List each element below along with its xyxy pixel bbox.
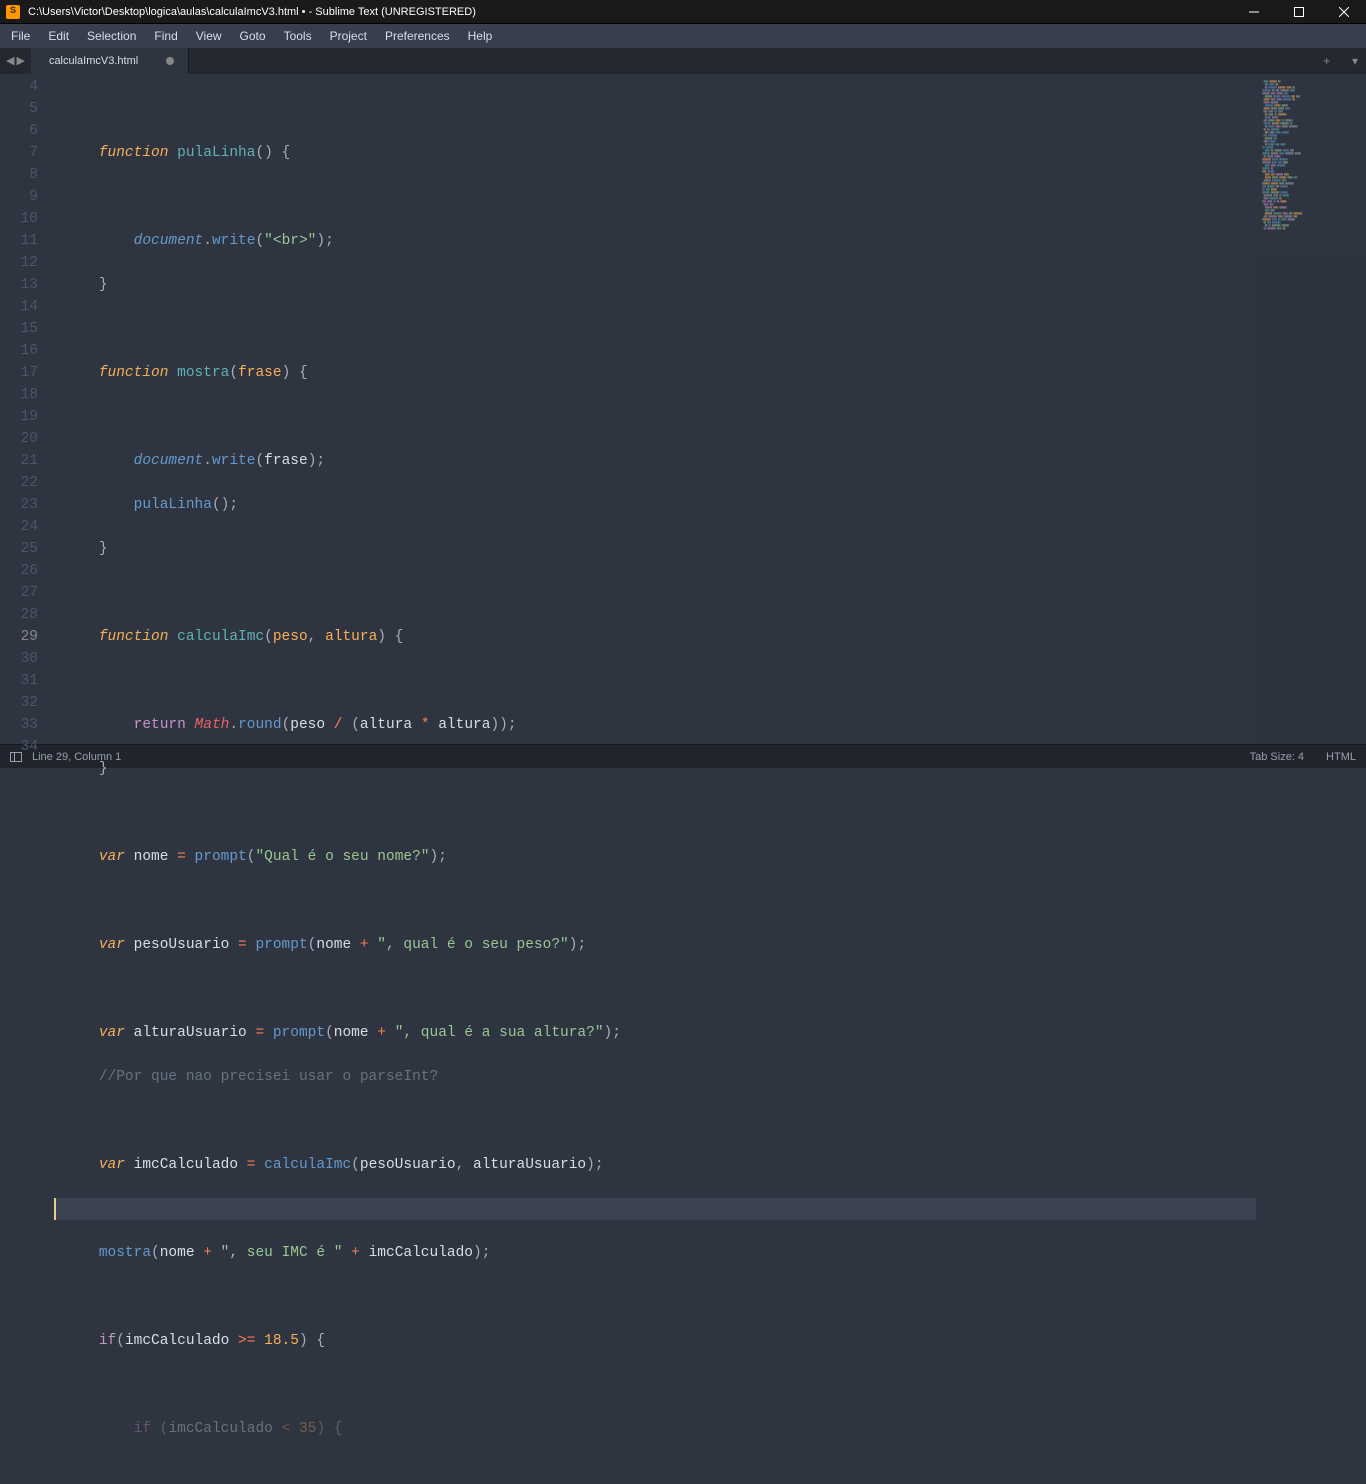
code-line: } [56,538,1256,560]
status-tab-size[interactable]: Tab Size: 4 [1250,751,1304,763]
code-line: } [56,274,1256,296]
code-line [56,890,1256,912]
close-button[interactable] [1321,0,1366,23]
code-line [56,1374,1256,1396]
code-line: var imcCalculado = calculaImc(pesoUsuari… [56,1154,1256,1176]
tab-nav: ◀ ▶ [0,54,31,68]
status-syntax[interactable]: HTML [1326,751,1356,763]
menu-file[interactable]: File [2,25,39,47]
tab-dropdown-button[interactable]: ▾ [1352,55,1358,69]
window-controls [1231,0,1366,23]
minimize-button[interactable] [1231,0,1276,23]
code-line [56,802,1256,824]
tab-bar: ◀ ▶ calculaImcV3.html + ▾ [0,48,1366,74]
tab-dirty-indicator [166,57,174,65]
code-line: function mostra(frase) { [56,362,1256,384]
gutter: 4567891011121314151617181920212223242526… [0,74,56,744]
code-line: var alturaUsuario = prompt(nome + ", qua… [56,1022,1256,1044]
code-line: var pesoUsuario = prompt(nome + ", qual … [56,934,1256,956]
code-line [56,978,1256,1000]
tab-prev-icon[interactable]: ◀ [6,54,14,68]
tab-next-icon[interactable]: ▶ [16,54,24,68]
code-line [56,318,1256,340]
title-bar: S C:\Users\Victor\Desktop\logica\aulas\c… [0,0,1366,24]
panel-switcher-icon[interactable] [10,752,22,762]
code-line: //Por que nao precisei usar o parseInt? [56,1066,1256,1088]
code-line: function calculaImc(peso, altura) { [56,626,1256,648]
menu-tools[interactable]: Tools [275,25,321,47]
code-line: pulaLinha(); [56,494,1256,516]
tab-add-button[interactable]: + [1323,55,1330,69]
app-logo: S [6,5,20,19]
code-line: mostra(nome + ", seu IMC é " + imcCalcul… [56,1242,1256,1264]
code-line: document.write(frase); [56,450,1256,472]
maximize-button[interactable] [1276,0,1321,23]
code-area[interactable]: function pulaLinha() { document.write("<… [56,74,1256,744]
code-line: document.write("<br>"); [56,230,1256,252]
code-line [56,670,1256,692]
menu-edit[interactable]: Edit [39,25,78,47]
code-line-active [56,1198,1256,1220]
menu-goto[interactable]: Goto [231,25,275,47]
code-line: } [56,758,1256,780]
code-line: if (imcCalculado < 35) { [56,1418,1256,1440]
code-line: return Math.round(peso / (altura * altur… [56,714,1256,736]
tab-active[interactable]: calculaImcV3.html [31,48,189,74]
code-line: function pulaLinha() { [56,142,1256,164]
code-line [56,186,1256,208]
menu-bar: File Edit Selection Find View Goto Tools… [0,24,1366,48]
minimap[interactable]: ████ ██████ ██ ███ ████ ██ ██ ███████ ██… [1256,74,1366,744]
code-line [56,98,1256,120]
tab-label: calculaImcV3.html [49,55,138,67]
code-line [56,582,1256,604]
code-line: if(imcCalculado >= 18.5) { [56,1330,1256,1352]
editor[interactable]: 4567891011121314151617181920212223242526… [0,74,1366,744]
menu-selection[interactable]: Selection [78,25,145,47]
menu-preferences[interactable]: Preferences [376,25,459,47]
code-line [56,1110,1256,1132]
menu-help[interactable]: Help [459,25,502,47]
menu-find[interactable]: Find [145,25,186,47]
tab-actions: + ▾ [1323,54,1366,69]
menu-project[interactable]: Project [321,25,376,47]
window-title: C:\Users\Victor\Desktop\logica\aulas\cal… [28,6,1231,18]
code-line [56,1286,1256,1308]
menu-view[interactable]: View [187,25,231,47]
code-line: var nome = prompt("Qual é o seu nome?"); [56,846,1256,868]
code-line [56,406,1256,428]
